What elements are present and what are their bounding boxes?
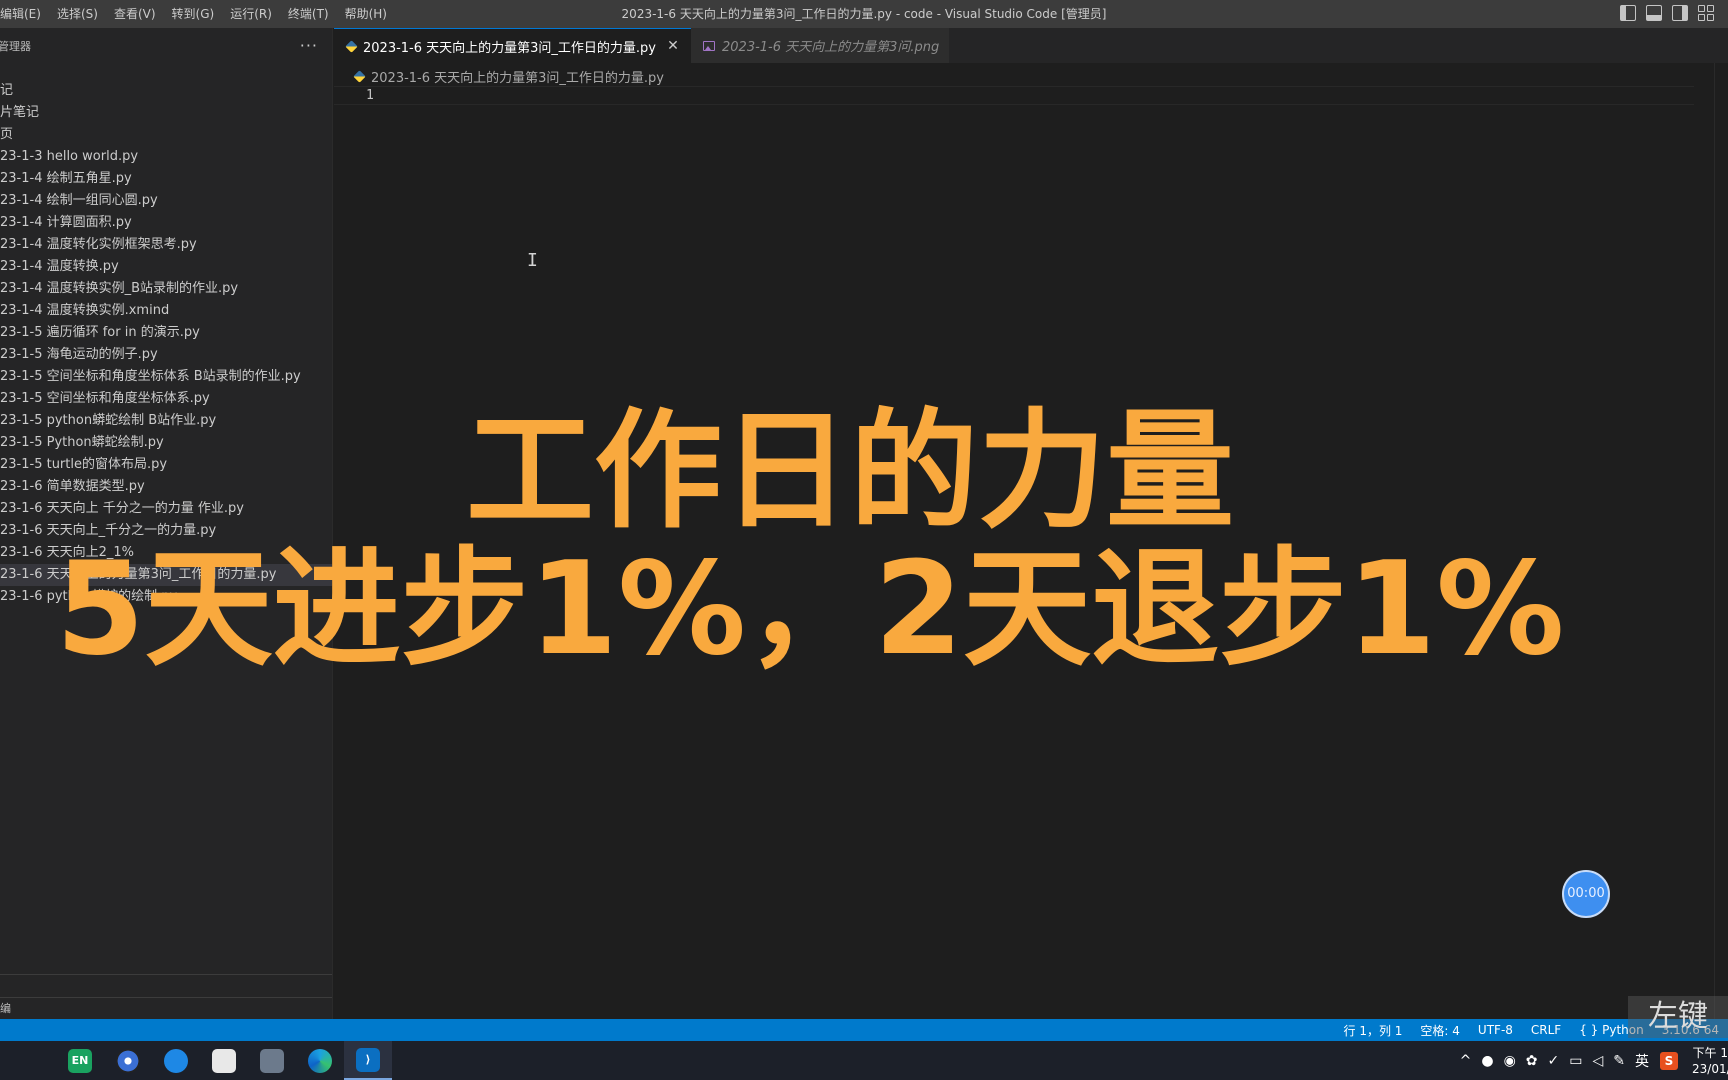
start-button[interactable]: [8, 1041, 56, 1080]
watermark-overlay: 左键: [1628, 996, 1728, 1038]
file-item[interactable]: 23-1-5 遍历循环 for in 的演示.py: [0, 322, 332, 344]
file-item[interactable]: 片笔记: [0, 102, 332, 124]
menu-edit[interactable]: 编辑(E): [0, 0, 49, 28]
network-icon[interactable]: ▭: [1564, 1053, 1587, 1069]
menu-go[interactable]: 转到(G): [164, 0, 223, 28]
wechat-icon[interactable]: ◉: [1499, 1053, 1521, 1069]
tab-active-python-file[interactable]: 2023-1-6 天天向上的力量第3问_工作日的力量.py ✕: [334, 28, 691, 63]
close-icon[interactable]: ✕: [665, 38, 681, 54]
text-cursor-icon: I: [527, 250, 538, 271]
sogou-ime-icon[interactable]: S: [1660, 1051, 1678, 1070]
file-item[interactable]: 23-1-5 海龟运动的例子.py: [0, 344, 332, 366]
status-indentation[interactable]: 空格: 4: [1411, 1022, 1469, 1039]
breadcrumb-file[interactable]: 2023-1-6 天天向上的力量第3问_工作日的力量.py: [371, 67, 664, 86]
file-item[interactable]: 23-1-4 温度转化实例框架思考.py: [0, 234, 332, 256]
menu-run[interactable]: 运行(R): [222, 0, 280, 28]
recording-timer[interactable]: 00:00: [1562, 870, 1610, 918]
file-item[interactable]: 23-1-4 温度转换实例_B站录制的作业.py: [0, 278, 332, 300]
toggle-panel-icon[interactable]: [1646, 5, 1662, 21]
taskbar-app-book[interactable]: [152, 1041, 200, 1080]
tool-app-icon: [260, 1048, 284, 1073]
line-number: 1: [366, 88, 374, 103]
file-item[interactable]: 23-1-4 温度转换实例.xmind: [0, 300, 332, 322]
menu-selection[interactable]: 选择(S): [49, 0, 106, 28]
document-app-icon: [212, 1048, 236, 1073]
taskbar-apps: EN ⟩: [8, 1041, 392, 1080]
file-item[interactable]: 页: [0, 124, 332, 146]
taskbar-app-circle[interactable]: [104, 1041, 152, 1080]
file-item[interactable]: 23-1-5 空间坐标和角度坐标体系 B站录制的作业.py: [0, 366, 332, 388]
outline-section-label[interactable]: 编: [0, 1000, 11, 1016]
more-actions-icon[interactable]: ···: [300, 38, 318, 54]
explorer-header: 管理器 ···: [0, 28, 332, 64]
taskbar-clock[interactable]: 下午 1 23/01/0: [1684, 1045, 1728, 1077]
chevron-up-icon[interactable]: ^: [1455, 1053, 1477, 1069]
menu-help[interactable]: 帮助(H): [337, 0, 395, 28]
pen-icon[interactable]: ✎: [1608, 1053, 1630, 1069]
caption-title: 工作日的力量: [465, 397, 1234, 546]
windows-logo-icon: [22, 1051, 42, 1071]
circle-app-icon: [116, 1048, 140, 1073]
book-app-icon: [164, 1048, 188, 1073]
file-item[interactable]: 23-1-4 绘制五角星.py: [0, 168, 332, 190]
file-item[interactable]: 23-1-4 计算圆面积.py: [0, 212, 332, 234]
toggle-secondary-sidebar-icon[interactable]: [1672, 5, 1688, 21]
file-item[interactable]: 记: [0, 80, 332, 102]
python-file-icon: [353, 69, 366, 83]
status-bar: 行 1，列 1 空格: 4 UTF-8 CRLF { } Python 3.10…: [0, 1019, 1728, 1041]
taskbar-app-edge[interactable]: [296, 1041, 344, 1080]
file-item[interactable]: 23-1-3 hello world.py: [0, 146, 332, 168]
status-cursor-position[interactable]: 行 1，列 1: [1335, 1022, 1412, 1039]
caption-subtitle: 5天进步1%，2天退步1%: [55, 535, 1565, 684]
status-eol[interactable]: CRLF: [1522, 1023, 1570, 1037]
current-line-highlight[interactable]: [334, 86, 1694, 105]
check-icon[interactable]: ✓: [1543, 1053, 1565, 1069]
sidebar-divider: [0, 997, 332, 998]
customize-layout-icon[interactable]: [1698, 5, 1714, 21]
image-file-icon: [703, 40, 715, 51]
tab-label: 2023-1-6 天天向上的力量第3问.png: [722, 40, 940, 55]
explorer-title: 管理器: [0, 40, 31, 53]
flower-icon[interactable]: ✿: [1521, 1053, 1543, 1069]
menu-view[interactable]: 查看(V): [106, 0, 164, 28]
ime-indicator[interactable]: 英: [1630, 1051, 1654, 1071]
breadcrumb[interactable]: 2023-1-6 天天向上的力量第3问_工作日的力量.py: [353, 66, 664, 86]
layout-controls: [1620, 5, 1714, 21]
volume-icon[interactable]: ◁: [1587, 1053, 1608, 1069]
toggle-primary-sidebar-icon[interactable]: [1620, 5, 1636, 21]
vscode-icon: ⟩: [356, 1047, 380, 1072]
tab-image-file[interactable]: 2023-1-6 天天向上的力量第3问.png: [691, 28, 951, 63]
status-encoding[interactable]: UTF-8: [1469, 1023, 1522, 1037]
menu-terminal[interactable]: 终端(T): [280, 0, 337, 28]
sidebar-divider: [0, 974, 332, 975]
taskbar-app-document[interactable]: [200, 1041, 248, 1080]
clock-date: 23/01/0: [1692, 1061, 1728, 1076]
edge-browser-icon: [308, 1048, 332, 1073]
windows-taskbar: EN ⟩ ^ ● ◉ ✿ ✓ ▭ ◁ ✎ 英 S 下午 1 23/01/0: [0, 1041, 1728, 1080]
taskbar-app-vscode[interactable]: ⟩: [344, 1041, 392, 1080]
tab-label: 2023-1-6 天天向上的力量第3问_工作日的力量.py: [363, 40, 656, 56]
file-item[interactable]: 23-1-4 温度转换.py: [0, 256, 332, 278]
file-item[interactable]: 23-1-4 绘制一组同心圆.py: [0, 190, 332, 212]
title-bar: 编辑(E) 选择(S) 查看(V) 转到(G) 运行(R) 终端(T) 帮助(H…: [0, 0, 1728, 28]
microphone-icon[interactable]: ●: [1476, 1053, 1498, 1069]
clock-time: 下午 1: [1692, 1045, 1728, 1060]
menu-bar: 编辑(E) 选择(S) 查看(V) 转到(G) 运行(R) 终端(T) 帮助(H…: [0, 0, 395, 28]
taskbar-app-en[interactable]: EN: [56, 1041, 104, 1080]
python-file-icon: [345, 39, 358, 53]
system-tray: ^ ● ◉ ✿ ✓ ▭ ◁ ✎ 英 S 下午 1 23/01/0: [1455, 1041, 1728, 1080]
taskbar-app-tool[interactable]: [248, 1041, 296, 1080]
editor-tab-bar: 2023-1-6 天天向上的力量第3问_工作日的力量.py ✕ 2023-1-6…: [334, 28, 1728, 63]
en-app-icon: EN: [68, 1048, 92, 1073]
editor-scrollbar[interactable]: [1714, 63, 1728, 1019]
